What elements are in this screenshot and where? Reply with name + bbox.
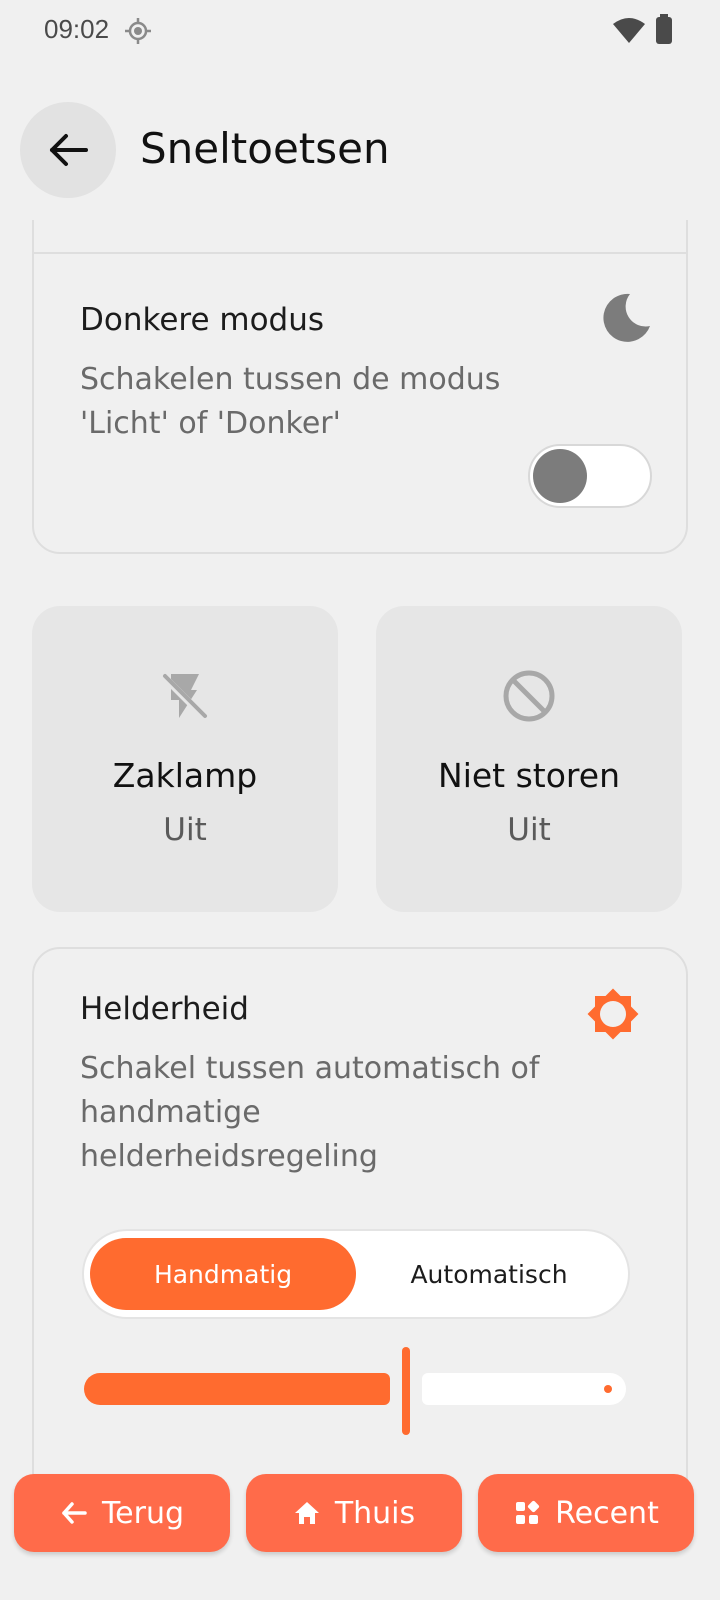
- wifi-icon: [613, 18, 645, 43]
- nav-recent-label: Recent: [555, 1495, 659, 1531]
- page-title: Sneltoetsen: [140, 124, 390, 173]
- status-time: 09:02: [44, 14, 110, 44]
- do-not-disturb-tile[interactable]: Niet storen Uit: [376, 606, 682, 912]
- apps-grid-icon: [516, 1500, 540, 1524]
- dark-mode-toggle[interactable]: [528, 444, 652, 508]
- app-bar: Sneltoetsen: [0, 60, 720, 220]
- flashlight-label: Zaklamp: [112, 756, 258, 795]
- dark-mode-title: Donkere modus: [80, 302, 325, 338]
- flashlight-tile[interactable]: Zaklamp Uit: [32, 606, 338, 912]
- arrow-left-icon: [50, 134, 88, 166]
- dark-mode-description: Schakelen tussen de modus 'Licht' of 'Do…: [80, 362, 501, 441]
- slider-fill: [84, 1373, 390, 1405]
- slider-end-dot: [604, 1385, 612, 1393]
- nav-back-button[interactable]: Terug: [14, 1474, 230, 1552]
- flashlight-off-icon: [160, 673, 210, 723]
- dark-mode-card: Donkere modus Schakelen tussen de modus …: [32, 220, 688, 554]
- do-not-disturb-icon: [503, 670, 555, 722]
- home-icon: [294, 1502, 319, 1524]
- slider-track: [422, 1373, 626, 1405]
- status-bar: 09:02: [0, 0, 720, 60]
- do-not-disturb-state: Uit: [507, 812, 551, 848]
- brightness-description: Schakel tussen automatisch of handmatige…: [80, 1051, 540, 1174]
- content-scroll[interactable]: Donkere modus Schakelen tussen de modus …: [0, 220, 720, 1488]
- brightness-mode-selector: Handmatig Automatisch: [82, 1229, 630, 1319]
- sun-icon: [587, 988, 639, 1040]
- arrow-left-icon: [62, 1502, 87, 1524]
- location-icon: [125, 18, 151, 44]
- brightness-slider[interactable]: [84, 1347, 632, 1437]
- slider-handle[interactable]: [402, 1347, 410, 1435]
- toggle-knob: [533, 449, 587, 503]
- nav-recent-button[interactable]: Recent: [478, 1474, 694, 1552]
- nav-home-label: Thuis: [334, 1495, 416, 1531]
- brightness-card: Helderheid Schakel tussen automatisch of…: [32, 947, 688, 1488]
- battery-icon: [656, 14, 672, 44]
- do-not-disturb-label: Niet storen: [438, 756, 620, 795]
- brightness-title: Helderheid: [80, 991, 249, 1027]
- automatic-segment-button[interactable]: Automatisch: [356, 1238, 622, 1310]
- nav-home-button[interactable]: Thuis: [246, 1474, 462, 1552]
- nav-back-label: Terug: [101, 1495, 185, 1531]
- bottom-navigation: Terug Thuis Recent: [0, 1470, 720, 1600]
- flashlight-state: Uit: [163, 812, 207, 848]
- moon-icon: [603, 293, 650, 342]
- back-button[interactable]: [20, 102, 116, 198]
- manual-segment-button[interactable]: Handmatig: [90, 1238, 356, 1310]
- divider: [34, 252, 686, 254]
